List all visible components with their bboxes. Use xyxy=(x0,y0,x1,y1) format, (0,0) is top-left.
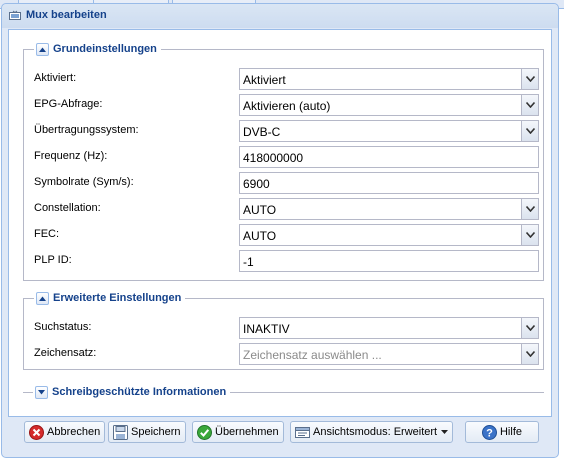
enabled-label: Aktiviert: xyxy=(34,72,77,84)
field-row-scan-status: Suchstatus: INAKTIV xyxy=(34,317,539,339)
checkmark-icon xyxy=(197,424,212,440)
dropdown-arrow-icon[interactable] xyxy=(521,225,538,245)
dropdown-arrow-icon[interactable] xyxy=(521,344,538,364)
enabled-value: Aktiviert xyxy=(243,73,286,87)
help-icon: ? xyxy=(481,424,497,440)
delivery-system-label: Übertragungssystem: xyxy=(34,124,139,136)
constellation-label: Constellation: xyxy=(34,202,101,214)
epg-label: EPG-Abfrage: xyxy=(34,98,103,110)
dropdown-arrow-icon[interactable] xyxy=(521,318,538,338)
frequency-label: Frequenz (Hz): xyxy=(34,150,108,162)
field-row-fec: FEC: AUTO xyxy=(34,224,539,246)
readonly-info-legend[interactable]: Schreibgeschützte Informationen xyxy=(33,385,231,399)
field-row-frequency: Frequenz (Hz): 418000000 xyxy=(34,146,539,168)
plp-id-label: PLP ID: xyxy=(34,254,72,266)
chevron-up-icon[interactable] xyxy=(36,291,49,305)
fec-value: AUTO xyxy=(243,229,277,243)
mux-icon xyxy=(9,10,21,22)
chevron-up-icon[interactable] xyxy=(36,42,49,56)
delivery-system-value: DVB-C xyxy=(243,125,281,139)
plp-id-value: -1 xyxy=(243,255,254,269)
view-mode-icon xyxy=(295,425,310,440)
apply-button[interactable]: Übernehmen xyxy=(192,421,284,443)
dropdown-arrow-icon[interactable] xyxy=(521,69,538,89)
help-button[interactable]: ? Hilfe xyxy=(465,421,539,443)
symbolrate-label: Symbolrate (Sym/s): xyxy=(34,176,134,188)
enabled-combo[interactable]: Aktiviert xyxy=(239,68,539,90)
save-button[interactable]: Speichern xyxy=(108,421,186,443)
constellation-value: AUTO xyxy=(243,203,277,217)
dropdown-arrow-icon[interactable] xyxy=(521,121,538,141)
dialog-body: Grundeinstellungen Aktiviert: Aktiviert … xyxy=(8,29,552,417)
charset-placeholder: Zeichensatz auswählen ... xyxy=(243,348,382,362)
delivery-system-combo[interactable]: DVB-C xyxy=(239,120,539,142)
field-row-symbolrate: Symbolrate (Sym/s): 6900 xyxy=(34,172,539,194)
dialog-titlebar[interactable]: Mux bearbeiten xyxy=(2,4,558,28)
dialog-title: Mux bearbeiten xyxy=(26,9,107,21)
field-row-constellation: Constellation: AUTO xyxy=(34,198,539,220)
mux-edit-dialog: Mux bearbeiten Grundeinstellungen Aktivi… xyxy=(1,3,559,458)
advanced-settings-title: Erweiterte Einstellungen xyxy=(53,292,182,304)
field-row-charset: Zeichensatz: Zeichensatz auswählen ... xyxy=(34,343,539,365)
view-mode-label: Ansichtsmodus: Erweitert xyxy=(313,426,438,438)
epg-value: Aktivieren (auto) xyxy=(243,99,331,113)
scan-status-value: INAKTIV xyxy=(243,322,290,336)
field-row-plp-id: PLP ID: -1 xyxy=(34,250,539,272)
dropdown-arrow-icon[interactable] xyxy=(521,95,538,115)
chevron-down-icon[interactable] xyxy=(35,385,48,399)
save-label: Speichern xyxy=(131,426,181,438)
constellation-combo[interactable]: AUTO xyxy=(239,198,539,220)
cancel-button[interactable]: Abbrechen xyxy=(24,421,106,443)
charset-combo[interactable]: Zeichensatz auswählen ... xyxy=(239,343,539,365)
frequency-input[interactable]: 418000000 xyxy=(239,146,539,168)
view-mode-button[interactable]: Ansichtsmodus: Erweitert xyxy=(290,421,454,443)
basic-settings-legend[interactable]: Grundeinstellungen xyxy=(34,42,161,56)
epg-combo[interactable]: Aktivieren (auto) xyxy=(239,94,539,116)
symbolrate-value: 6900 xyxy=(243,177,270,191)
field-row-enabled: Aktiviert: Aktiviert xyxy=(34,68,539,90)
plp-id-input[interactable]: -1 xyxy=(239,250,539,272)
symbolrate-input[interactable]: 6900 xyxy=(239,172,539,194)
advanced-settings-legend[interactable]: Erweiterte Einstellungen xyxy=(34,291,186,305)
svg-text:?: ? xyxy=(486,427,493,439)
cancel-icon xyxy=(29,424,44,440)
fec-combo[interactable]: AUTO xyxy=(239,224,539,246)
charset-label: Zeichensatz: xyxy=(34,347,97,359)
readonly-info-title: Schreibgeschützte Informationen xyxy=(52,386,227,398)
basic-settings-fieldset: Grundeinstellungen Aktiviert: Aktiviert … xyxy=(23,42,544,281)
scan-status-combo[interactable]: INAKTIV xyxy=(239,317,539,339)
dropdown-arrow-icon xyxy=(441,430,449,434)
frequency-value: 418000000 xyxy=(243,151,304,165)
help-label: Hilfe xyxy=(499,426,522,438)
dropdown-arrow-icon[interactable] xyxy=(521,199,538,219)
save-icon xyxy=(113,424,128,440)
fec-label: FEC: xyxy=(34,228,60,240)
cancel-label: Abbrechen xyxy=(47,426,101,438)
field-row-epg: EPG-Abfrage: Aktivieren (auto) xyxy=(34,94,539,116)
basic-settings-title: Grundeinstellungen xyxy=(53,43,157,55)
field-row-delivery-system: Übertragungssystem: DVB-C xyxy=(34,120,539,142)
scan-status-label: Suchstatus: xyxy=(34,321,92,333)
advanced-settings-fieldset: Erweiterte Einstellungen Suchstatus: INA… xyxy=(23,291,544,370)
apply-label: Übernehmen xyxy=(215,426,279,438)
